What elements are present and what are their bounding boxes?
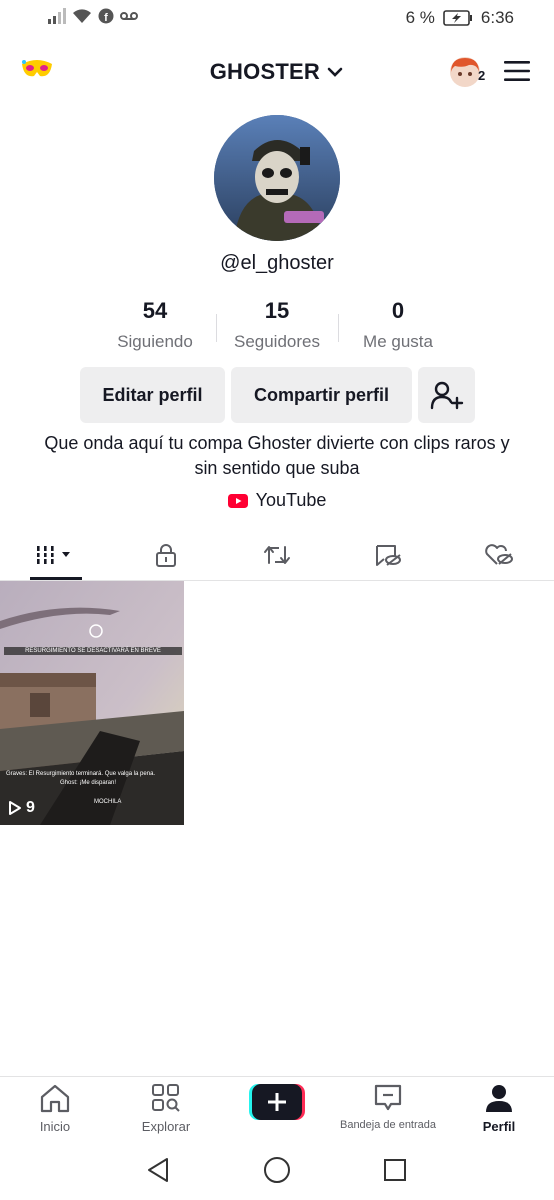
nav-inbox[interactable]: Bandeja de entrada: [333, 1083, 443, 1131]
create-button[interactable]: [249, 1084, 305, 1120]
svg-text:f: f: [104, 12, 108, 24]
nav-explore[interactable]: Explorar: [111, 1083, 221, 1134]
status-icons-left: f: [48, 8, 138, 24]
active-tab-indicator: [30, 577, 82, 580]
youtube-link-label: YouTube: [255, 490, 327, 510]
inbox-icon: [374, 1084, 402, 1111]
following-count: 54: [142, 298, 168, 323]
video-hud-label: MOCHILA: [94, 799, 122, 805]
add-user-icon: [430, 381, 463, 410]
explore-icon: [152, 1084, 180, 1112]
voicemail-icon: [120, 12, 138, 20]
page-title: GHOSTER: [209, 59, 320, 85]
tab-videos[interactable]: [0, 530, 110, 580]
repost-icon: [264, 546, 290, 564]
recents-icon[interactable]: [383, 1158, 407, 1182]
video-thumbnail-image: [0, 581, 184, 825]
add-friend-button[interactable]: [418, 367, 475, 423]
likes-label: Me gusta: [363, 332, 433, 351]
play-count-value: 9: [26, 799, 35, 816]
youtube-icon: [227, 493, 248, 508]
chevron-down-icon: [327, 67, 343, 78]
likes-count: 0: [391, 298, 405, 323]
profile-bio: Que onda aquí tu compa Ghoster divierte …: [44, 433, 510, 478]
anime-avatar-icon: [450, 57, 480, 87]
youtube-link[interactable]: YouTube: [0, 490, 554, 511]
video-thumbnail[interactable]: RESURGIMIENTO SE DESACTIVARÁ EN BREVE Gr…: [0, 581, 184, 825]
menu-icon[interactable]: [503, 59, 531, 83]
battery-charging-icon: [443, 10, 472, 26]
nav-home[interactable]: Inicio: [0, 1083, 110, 1134]
video-subtitle-2: Ghost: ¡Me disparan!: [60, 780, 117, 786]
play-icon: [9, 801, 21, 815]
tab-saved[interactable]: [333, 530, 443, 580]
username: @el_ghoster: [220, 252, 334, 274]
tab-private[interactable]: [111, 530, 221, 580]
plus-icon: [268, 1093, 286, 1111]
nav-profile[interactable]: Perfil: [444, 1083, 554, 1134]
followers-stat[interactable]: 15 Seguidores: [217, 298, 337, 352]
friends-avatar-button[interactable]: 2: [449, 56, 491, 90]
video-subtitle-1: Graves: El Resurgimiento terminará. Que …: [6, 771, 156, 777]
back-icon[interactable]: [145, 1157, 171, 1183]
facebook-icon: f: [98, 8, 114, 24]
following-stat[interactable]: 54 Siguiendo: [95, 298, 215, 352]
edit-profile-button[interactable]: Editar perfil: [80, 367, 225, 423]
share-profile-button[interactable]: Compartir perfil: [231, 367, 412, 423]
videos-grid-icon: [35, 546, 70, 564]
play-count: 9: [8, 799, 35, 817]
status-bar: f 6 % 6:36: [0, 0, 554, 38]
nav-home-label: Inicio: [39, 1119, 71, 1134]
nav-explore-label: Explorar: [141, 1119, 191, 1134]
home-circle-icon[interactable]: [263, 1156, 291, 1184]
status-icons-right: 6 % 6:36: [406, 8, 514, 28]
clock: 6:36: [480, 8, 514, 27]
content-tabs: [0, 530, 554, 581]
followers-count: 15: [264, 298, 290, 323]
nav-profile-label: Perfil: [482, 1119, 516, 1134]
signal-icon: [48, 8, 66, 24]
lock-icon: [156, 544, 176, 567]
video-banner-text: RESURGIMIENTO SE DESACTIVARÁ EN BREVE: [4, 647, 182, 655]
followers-label: Seguidores: [233, 332, 320, 351]
battery-percent: 6 %: [405, 8, 435, 27]
nav-inbox-label: Bandeja de entrada: [339, 1119, 437, 1131]
notification-count: 2: [478, 68, 486, 83]
eye-off-icon: [376, 545, 401, 566]
tab-reposts[interactable]: [222, 530, 332, 580]
profile-icon: [486, 1085, 512, 1112]
tab-liked[interactable]: [444, 530, 554, 580]
following-label: Siguiendo: [117, 332, 193, 351]
wifi-icon: [73, 9, 91, 23]
likes-stat[interactable]: 0 Me gusta: [338, 298, 458, 352]
home-icon: [40, 1084, 70, 1113]
system-nav-bar: [0, 1140, 554, 1200]
heart-hidden-icon: [485, 544, 513, 565]
profile-avatar[interactable]: [214, 115, 340, 241]
